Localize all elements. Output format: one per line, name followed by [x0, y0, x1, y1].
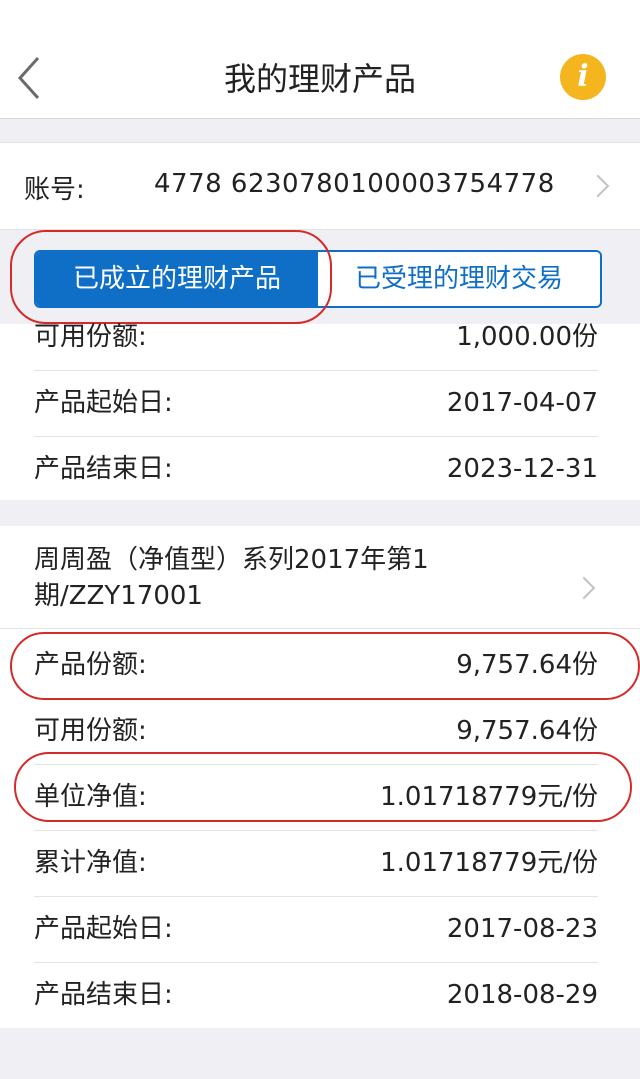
row-value: 2017-08-23	[446, 914, 598, 944]
account-label: 账号:	[24, 175, 85, 205]
product2-header[interactable]: 周周盈（净值型）系列2017年第1期/ZZY17001	[0, 526, 640, 629]
row-value: 1,000.00份	[456, 322, 598, 352]
row-value: 2023-12-31	[446, 454, 598, 484]
row-value: 9,757.64份	[456, 650, 598, 680]
tab-established-products[interactable]: 已成立的理财产品	[36, 252, 318, 306]
product2-available-shares-row: 可用份额: 9,757.64份	[34, 698, 598, 765]
row-label: 累计净值:	[34, 848, 147, 878]
chevron-right-icon	[572, 576, 596, 600]
product2-title: 周周盈（净值型）系列2017年第1期/ZZY17001	[34, 545, 429, 611]
product2-start-date-row: 产品起始日: 2017-08-23	[34, 896, 598, 963]
product-card-2: 周周盈（净值型）系列2017年第1期/ZZY17001 产品份额: 9,757.…	[0, 526, 640, 1028]
row-value: 1.01718779元/份	[380, 848, 598, 878]
tab-accepted-transactions[interactable]: 已受理的理财交易	[318, 252, 600, 306]
row-label: 产品份额:	[34, 650, 147, 680]
account-number: 4778 6230780100003754778	[154, 169, 555, 199]
product1-start-date-row: 产品起始日: 2017-04-07	[34, 370, 598, 437]
product2-unit-nav-row: 单位净值: 1.01718779元/份	[34, 764, 598, 831]
product2-cumulative-nav-row: 累计净值: 1.01718779元/份	[34, 830, 598, 897]
row-label: 产品起始日:	[34, 388, 173, 418]
row-value: 1.01718779元/份	[380, 782, 598, 812]
row-label: 可用份额:	[34, 322, 147, 352]
product2-shares-row: 产品份额: 9,757.64份	[34, 632, 598, 699]
row-value: 9,757.64份	[456, 716, 598, 746]
chevron-right-icon	[586, 174, 610, 198]
row-label: 产品起始日:	[34, 914, 173, 944]
row-value: 2017-04-07	[446, 388, 598, 418]
nav-bar: 我的理财产品 i	[0, 0, 640, 119]
info-icon[interactable]: i	[560, 54, 606, 100]
account-row[interactable]: 账号: 4778 6230780100003754778	[0, 142, 640, 230]
row-value: 2018-08-29	[446, 980, 598, 1010]
page-title: 我的理财产品	[223, 60, 416, 98]
product1-end-date-row: 产品结束日: 2023-12-31	[34, 436, 598, 502]
product-card-1: 可用份额: 1,000.00份 产品起始日: 2017-04-07 产品结束日:…	[0, 322, 640, 502]
row-label: 单位净值:	[34, 782, 147, 812]
row-label: 可用份额:	[34, 716, 147, 746]
row-label: 产品结束日:	[34, 454, 173, 484]
product1-available-shares-row: 可用份额: 1,000.00份	[34, 304, 598, 371]
product2-end-date-row: 产品结束日: 2018-08-29	[34, 962, 598, 1028]
row-label: 产品结束日:	[34, 980, 173, 1010]
product-tabs: 已成立的理财产品 已受理的理财交易	[34, 250, 602, 308]
